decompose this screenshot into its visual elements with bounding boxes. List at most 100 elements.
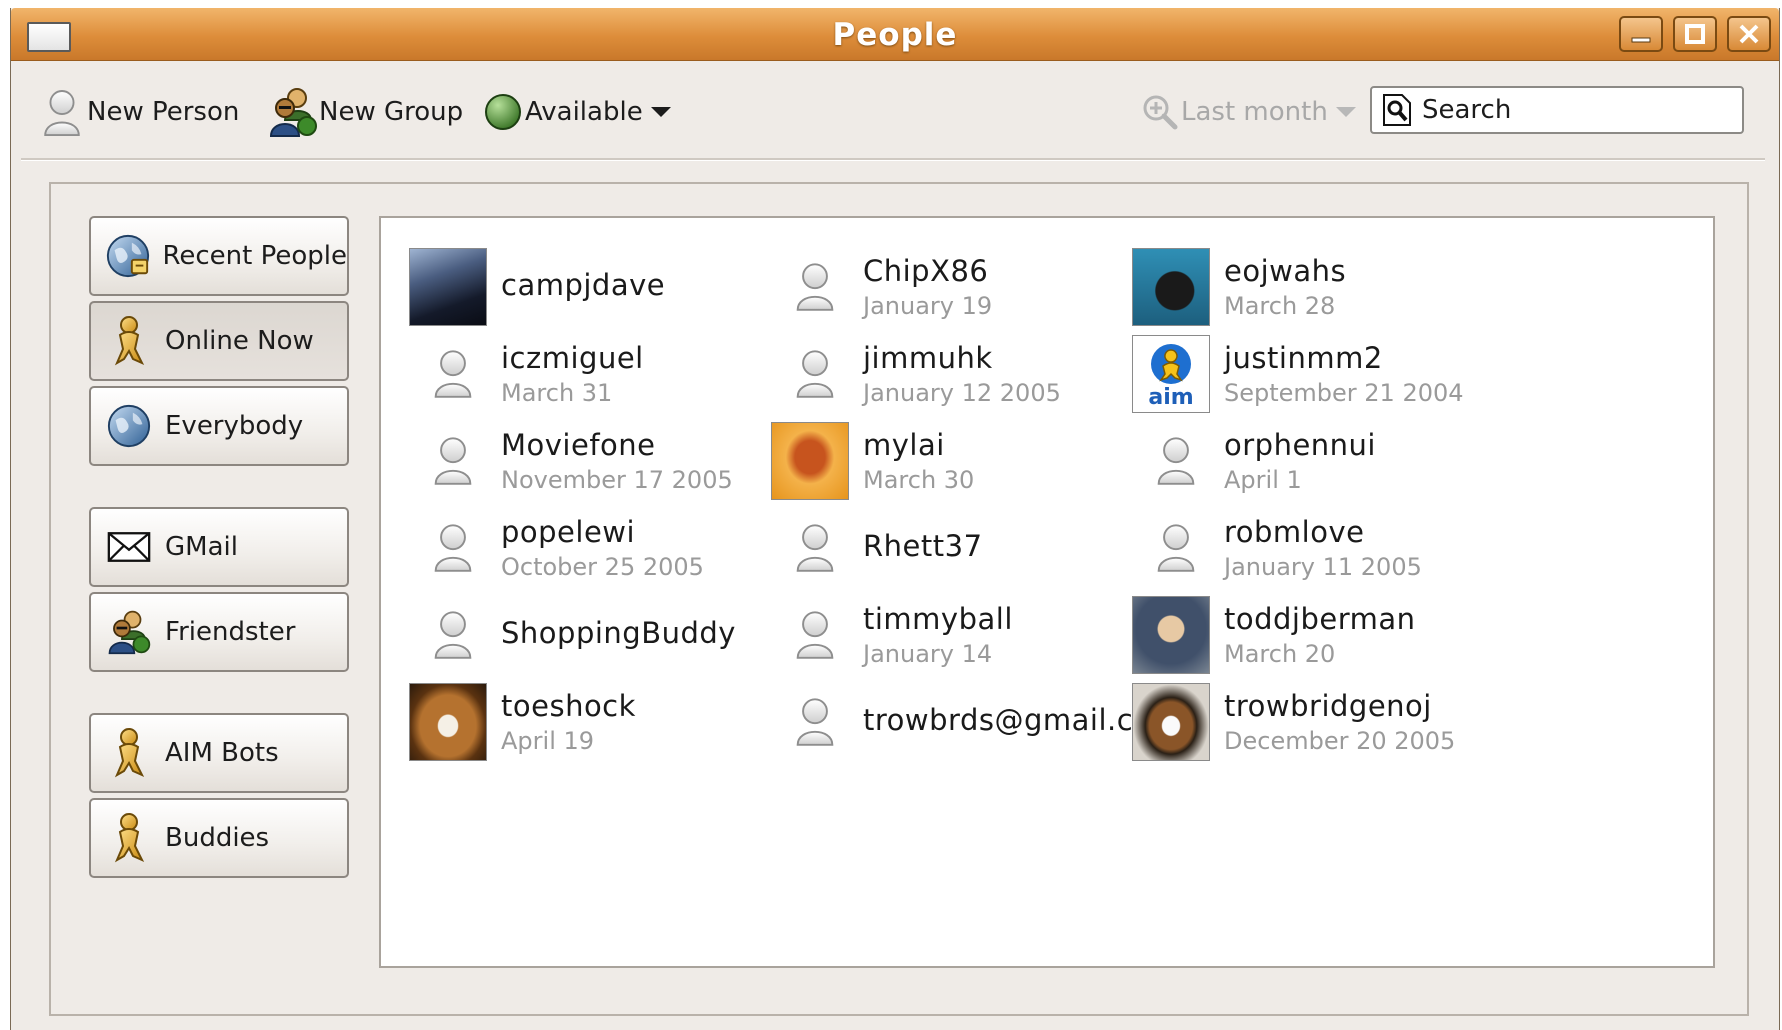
person-name: timmyball (863, 602, 1013, 636)
person-item[interactable]: Rhett37 (771, 509, 1171, 589)
default-person-icon (771, 248, 849, 326)
person-item[interactable]: timmyball January 14 (771, 596, 1171, 676)
person-item[interactable]: Moviefone November 17 2005 (409, 422, 809, 502)
toolbar: New Person New Group Available Last mont… (11, 61, 1779, 159)
source-label: Buddies (165, 823, 270, 853)
person-last-seen: January 11 2005 (1224, 553, 1422, 581)
person-last-seen: January 12 2005 (863, 379, 1061, 407)
person-item[interactable]: ChipX86 January 19 (771, 248, 1171, 328)
person-item[interactable]: aim justinmm2 September 21 2004 (1132, 335, 1532, 415)
maximize-button[interactable] (1673, 16, 1717, 52)
source-aim-bots[interactable]: AIM Bots (89, 713, 349, 793)
source-icon (103, 812, 155, 864)
person-last-seen: January 14 (863, 640, 993, 668)
source-gmail[interactable]: GMail (89, 507, 349, 587)
default-person-icon (793, 695, 837, 747)
person-name: mylai (863, 428, 945, 462)
source-icon (103, 230, 152, 282)
person-item[interactable]: orphennui April 1 (1132, 422, 1532, 502)
source-icon (103, 727, 155, 779)
aim-logo-text: aim (1148, 385, 1194, 410)
close-button[interactable] (1727, 16, 1771, 52)
minimize-button[interactable] (1619, 16, 1663, 52)
source-buddies[interactable]: Buddies (89, 798, 349, 878)
status-dropdown[interactable]: Available (483, 85, 671, 139)
search-placeholder: Search (1422, 95, 1512, 125)
person-last-seen: April 1 (1224, 466, 1302, 494)
avatar (1132, 596, 1210, 674)
person-last-seen: March 28 (1224, 292, 1336, 320)
person-name: Moviefone (501, 428, 656, 462)
avatar (409, 248, 487, 326)
source-label: Friendster (165, 617, 296, 647)
source-everybody[interactable]: Everybody (89, 386, 349, 466)
person-name: Rhett37 (863, 529, 983, 563)
person-item[interactable]: trowbrds@gmail.com (771, 683, 1180, 763)
source-label: GMail (165, 532, 238, 562)
maximize-icon (1685, 24, 1705, 44)
person-name: justinmm2 (1224, 341, 1383, 375)
source-online-now[interactable]: Online Now (89, 301, 349, 381)
close-icon (1739, 24, 1759, 44)
default-person-icon (793, 347, 837, 399)
person-last-seen: December 20 2005 (1224, 727, 1456, 755)
person-item[interactable]: jimmuhk January 12 2005 (771, 335, 1171, 415)
people-panel: Recent People Online Now Everybody GMail Fri… (49, 182, 1749, 1016)
time-filter-dropdown[interactable]: Last month (1141, 85, 1356, 139)
aim-buddy-icon (106, 812, 152, 864)
new-person-button[interactable]: New Person (41, 85, 239, 139)
person-item[interactable]: toddjberman March 20 (1132, 596, 1532, 676)
minimize-icon (1631, 37, 1651, 43)
person-last-seen: September 21 2004 (1224, 379, 1464, 407)
person-name: orphennui (1224, 428, 1376, 462)
person-item[interactable]: ShoppingBuddy (409, 596, 809, 676)
person-item[interactable]: iczmiguel March 31 (409, 335, 809, 415)
default-person-icon (1132, 509, 1210, 587)
source-friendster[interactable]: Friendster (89, 592, 349, 672)
people-window: People New Person New Group Available La… (10, 8, 1780, 1030)
search-input[interactable]: Search (1370, 86, 1744, 134)
person-name: robmlove (1224, 515, 1365, 549)
new-group-button[interactable]: New Group (267, 85, 463, 139)
aim-buddy-icon (106, 315, 152, 367)
person-name: toddjberman (1224, 602, 1416, 636)
person-item[interactable]: robmlove January 11 2005 (1132, 509, 1532, 589)
window-title: People (832, 17, 958, 53)
envelope-icon (107, 532, 151, 562)
default-person-icon (409, 596, 487, 674)
avatar (771, 422, 849, 500)
group-icon (106, 606, 152, 658)
source-label: Recent People (162, 241, 347, 271)
person-item[interactable]: mylai March 30 (771, 422, 1171, 502)
default-person-icon (1132, 422, 1210, 500)
aim-buddy-icon (106, 727, 152, 779)
person-item[interactable]: toeshock April 19 (409, 683, 809, 763)
source-recent-people[interactable]: Recent People (89, 216, 349, 296)
title-bar[interactable]: People (11, 8, 1779, 61)
default-person-icon (771, 509, 849, 587)
globe-clock-icon (105, 230, 151, 282)
time-filter-label: Last month (1181, 97, 1328, 127)
person-item[interactable]: eojwahs March 28 (1132, 248, 1532, 328)
avatar (409, 683, 487, 761)
default-person-icon (431, 608, 475, 660)
default-person-icon (431, 347, 475, 399)
person-last-seen: April 19 (501, 727, 595, 755)
avatar: aim (1132, 335, 1210, 413)
new-person-label: New Person (87, 97, 240, 127)
default-person-icon (409, 335, 487, 413)
person-icon (41, 86, 83, 138)
source-label: Everybody (165, 411, 304, 441)
person-last-seen: November 17 2005 (501, 466, 733, 494)
person-last-seen: March 30 (863, 466, 975, 494)
person-item[interactable]: campjdave (409, 248, 809, 328)
default-person-icon (771, 683, 849, 761)
toolbar-separator (21, 158, 1765, 161)
group-icon (267, 86, 319, 138)
default-person-icon (793, 521, 837, 573)
person-item[interactable]: trowbridgenoj December 20 2005 (1132, 683, 1532, 763)
person-name: campjdave (501, 268, 666, 302)
source-icon (103, 521, 155, 573)
source-label: Online Now (165, 326, 314, 356)
person-item[interactable]: popelewi October 25 2005 (409, 509, 809, 589)
